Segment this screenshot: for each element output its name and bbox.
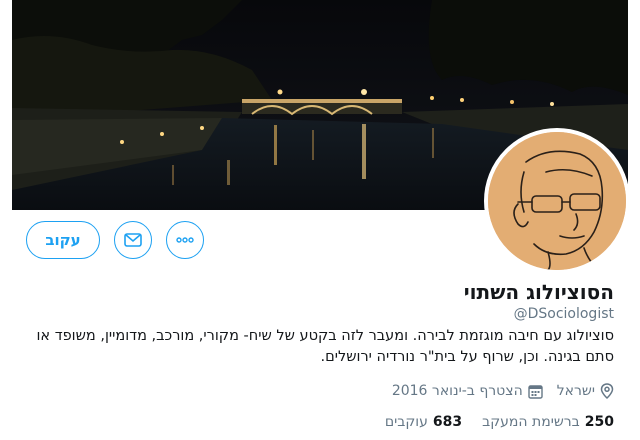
more-options-button[interactable] — [166, 221, 204, 259]
profile-joined-date: הצטרף ב-ינואר 2016 — [391, 383, 523, 399]
profile-actions: עקוב — [26, 221, 204, 259]
profile-name: הסוציולוג השתוי — [463, 280, 614, 304]
following-count[interactable]: 250 — [585, 414, 614, 430]
profile-avatar[interactable] — [484, 128, 630, 274]
envelope-icon — [124, 233, 142, 247]
followers-count[interactable]: 683 — [433, 414, 462, 430]
avatar-sketch — [488, 132, 626, 270]
follow-button[interactable]: עקוב — [26, 221, 100, 259]
profile-stats: 250 ברשימת המעקב 683 עוקבים — [385, 414, 614, 430]
profile-meta: ישראל הצטרף ב-ינואר 2016 — [392, 383, 614, 399]
following-label[interactable]: ברשימת המעקב — [482, 414, 580, 430]
profile-handle: @DSociologist — [513, 306, 614, 322]
profile-location[interactable]: ישראל — [557, 383, 595, 399]
profile-bio: סוציולוג עם חיבה מוגזמת לבירה. ומעבר לזה… — [36, 328, 614, 365]
followers-label[interactable]: עוקבים — [385, 414, 428, 430]
message-button[interactable] — [114, 221, 152, 259]
more-dots-icon — [176, 237, 194, 243]
location-pin-icon — [600, 383, 614, 399]
profile-card: עקוב הסוציולוג השתוי @DSociologist סוציו… — [12, 0, 630, 440]
calendar-icon — [528, 384, 543, 399]
